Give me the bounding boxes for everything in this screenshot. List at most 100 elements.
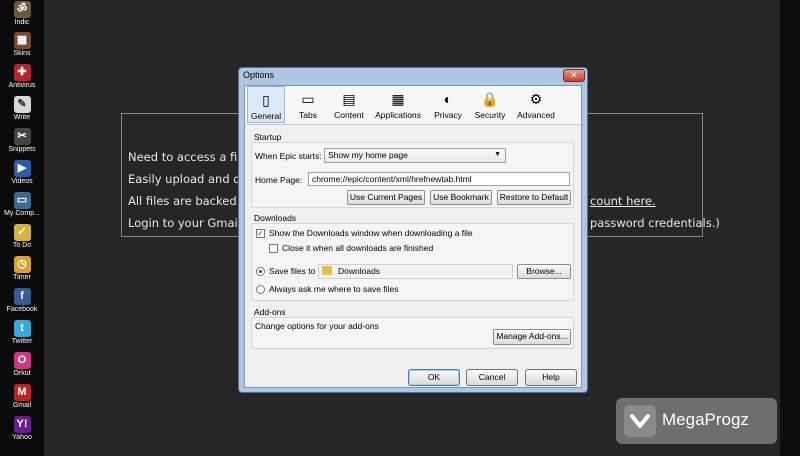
addons-group-title: Add-ons (254, 307, 286, 317)
always-ask-label: Always ask me where to save files (269, 284, 399, 294)
dialog-titlebar[interactable]: Options ✕ (239, 68, 587, 85)
dock-item-orkut[interactable]: O Orkut (0, 352, 44, 378)
options-category-toolbar: ▯ General ▭ Tabs ▤ Content ▦ Applications ◐ Priva… (245, 86, 581, 125)
dock-item-label: To Do (12, 242, 32, 249)
save-files-radio[interactable] (256, 267, 265, 276)
when-starts-select[interactable]: Show my home page ▼ (324, 148, 506, 163)
addons-description: Change options for your add-ons (255, 321, 379, 331)
indic-icon: ॐ (13, 1, 31, 18)
cancel-button[interactable]: Cancel (466, 369, 518, 386)
tab-tabs[interactable]: ▭ Tabs (289, 86, 327, 123)
dock-item-indic[interactable]: ॐ Indic (0, 1, 44, 27)
general-icon: ▯ (262, 92, 270, 108)
manage-addons-button[interactable]: Manage Add-ons... (493, 329, 571, 345)
orkut-icon: O (13, 352, 31, 369)
tab-label: Privacy (434, 110, 462, 120)
dock-item-label: Facebook (6, 306, 38, 313)
when-starts-value: Show my home page (328, 150, 408, 160)
restore-default-button[interactable]: Restore to Default (497, 190, 571, 205)
home-page-value: chrome://epic/content/xml/hrefnewtab.htm… (312, 174, 472, 184)
close-button[interactable]: ✕ (563, 69, 585, 82)
todo-icon: ✓ (13, 224, 31, 241)
addons-group: Change options for your add-ons Manage A… (251, 317, 574, 349)
dock-item-label: Write (13, 114, 31, 121)
privacy-icon: ◐ (443, 91, 453, 107)
chevron-down-icon: ▼ (494, 151, 501, 158)
dock-item-gmail[interactable]: M Gmail (0, 384, 44, 410)
dock-item-label: Videos (11, 178, 33, 185)
browse-button[interactable]: Browse... (517, 264, 571, 279)
folder-icon (322, 266, 332, 275)
tab-content[interactable]: ▤ Content (329, 86, 369, 123)
dock-item-label: Snippets (8, 146, 36, 153)
dock-item-videos[interactable]: ▶ Videos (0, 160, 44, 186)
save-files-label: Save files to (269, 266, 316, 276)
content-icon: ▤ (342, 91, 356, 107)
downloads-group: ✓ Show the Downloads window when downloa… (251, 223, 574, 301)
megaprogz-watermark: MegaProgz (616, 398, 777, 444)
dock-item-label: Indic (14, 19, 30, 26)
antivirus-icon: ✚ (13, 64, 31, 81)
startup-group: When Epic starts: Show my home page ▼ Ho… (251, 142, 574, 208)
help-button[interactable]: Help (525, 369, 577, 386)
tab-security[interactable]: 🔒 Security (471, 86, 509, 123)
tab-label: Applications (375, 110, 421, 120)
tab-applications[interactable]: ▦ Applications (371, 86, 425, 123)
dialog-title: Options (243, 70, 275, 80)
tab-privacy[interactable]: ◐ Privacy (429, 86, 467, 123)
close-icon: ✕ (570, 71, 578, 81)
background-account-link[interactable]: count here. (590, 194, 656, 208)
downloads-group-title: Downloads (254, 213, 297, 223)
watermark-text: MegaProgz (662, 410, 749, 429)
close-when-finished-checkbox[interactable] (269, 244, 278, 253)
yahoo-icon: Y! (13, 416, 31, 433)
tab-label: General (250, 111, 282, 121)
always-ask-radio[interactable] (256, 285, 265, 294)
download-folder-field: Downloads (318, 264, 513, 279)
tab-label: Content (334, 110, 364, 120)
advanced-icon: ⚙ (529, 91, 543, 107)
options-dialog: Options ✕ ▯ General ▭ Tabs ▤ Content ▦ Applicat… (238, 67, 588, 393)
write-icon: ✎ (13, 96, 31, 113)
dock-item-label: Orkut (13, 370, 31, 377)
dock-item-twitter[interactable]: t Twitter (0, 320, 44, 346)
tab-general[interactable]: ▯ General (247, 86, 285, 123)
dock-item-label: My Comp... (4, 210, 40, 217)
home-page-input[interactable]: chrome://epic/content/xml/hrefnewtab.htm… (308, 172, 570, 186)
right-edge-strip (780, 0, 800, 456)
use-bookmark-button[interactable]: Use Bookmark (430, 190, 492, 205)
videos-icon: ▶ (13, 160, 31, 177)
background-tail-text: password credentials.) (590, 216, 720, 230)
dock-item-label: Yahoo (12, 434, 32, 441)
tab-label: Advanced (517, 110, 555, 120)
timer-icon: ◷ (13, 256, 31, 273)
when-starts-label: When Epic starts: (255, 151, 322, 161)
background-line-3: All files are backed up (128, 194, 255, 208)
dock-item-timer[interactable]: ◷ Timer (0, 256, 44, 282)
tab-advanced[interactable]: ⚙ Advanced (513, 86, 559, 123)
dock-item-my-comp[interactable]: ▭ My Comp... (0, 192, 44, 218)
startup-group-title: Startup (254, 132, 282, 142)
download-folder-value: Downloads (338, 266, 381, 276)
twitter-icon: t (13, 320, 31, 337)
snippets-icon: ✂ (13, 128, 31, 145)
dock-item-label: Twitter (11, 338, 33, 345)
tab-label: Security (474, 110, 506, 120)
use-current-pages-button[interactable]: Use Current Pages (347, 190, 425, 205)
ok-button[interactable]: OK (408, 369, 460, 386)
tab-label: Tabs (299, 110, 317, 120)
dock-item-label: Timer (13, 274, 31, 281)
home-page-label: Home Page: (255, 175, 303, 185)
applications-icon: ▦ (391, 91, 405, 107)
show-downloads-checkbox[interactable]: ✓ (256, 229, 265, 238)
dock-item-facebook[interactable]: f Facebook (0, 288, 44, 314)
dock-item-snippets[interactable]: ✂ Snippets (0, 128, 44, 154)
dock-item-yahoo[interactable]: Y! Yahoo (0, 416, 44, 442)
my-computer-icon: ▭ (13, 192, 31, 209)
background-line-1: Need to access a file f (128, 150, 256, 164)
dock-item-skins[interactable]: ▦ Skins (0, 32, 44, 58)
dock-item-to-do[interactable]: ✓ To Do (0, 224, 44, 250)
dock-item-antivirus[interactable]: ✚ Antivirus (0, 64, 44, 90)
dock-item-write[interactable]: ✎ Write (0, 96, 44, 122)
tabs-icon: ▭ (301, 91, 315, 107)
